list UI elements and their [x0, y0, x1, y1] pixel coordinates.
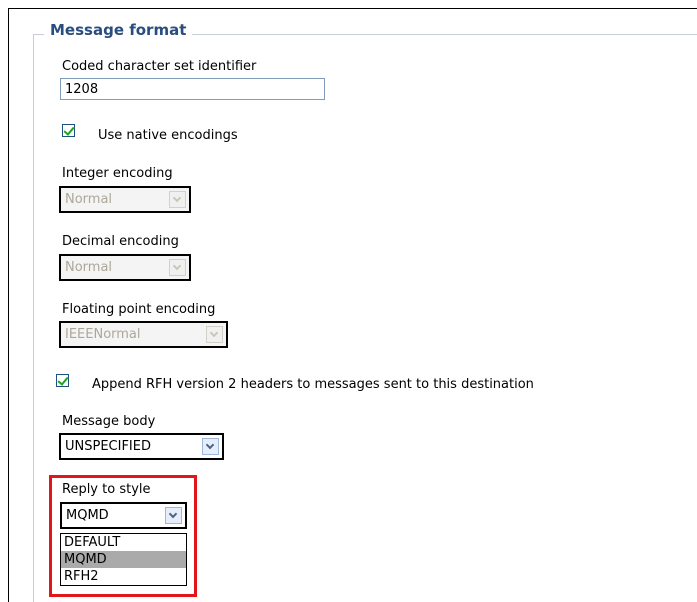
reply-to-style-options: DEFAULT MQMD RFH2 — [60, 533, 187, 586]
reply-to-style-select[interactable]: MQMD — [60, 502, 187, 529]
chevron-down-icon — [206, 326, 223, 343]
decimal-encoding-value: Normal — [65, 260, 113, 275]
chevron-down-icon — [165, 507, 182, 524]
native-encodings-label: Use native encodings — [98, 128, 238, 143]
reply-to-style-value: MQMD — [66, 508, 109, 523]
option-rfh2[interactable]: RFH2 — [61, 568, 186, 585]
integer-encoding-select[interactable]: Normal — [59, 186, 191, 213]
floating-point-encoding-value: IEEENormal — [65, 327, 141, 342]
chevron-down-icon — [202, 438, 219, 455]
option-default[interactable]: DEFAULT — [61, 534, 186, 551]
floating-point-encoding-select[interactable]: IEEENormal — [59, 321, 228, 348]
append-rfh2-checkbox[interactable] — [56, 374, 69, 387]
fieldset-border-left — [33, 34, 34, 602]
message-body-label: Message body — [62, 414, 156, 429]
message-body-value: UNSPECIFIED — [65, 439, 151, 454]
message-body-select[interactable]: UNSPECIFIED — [59, 433, 224, 460]
message-format-legend: Message format — [44, 21, 193, 39]
integer-encoding-value: Normal — [65, 192, 113, 207]
native-encodings-checkbox[interactable] — [62, 124, 75, 137]
integer-encoding-label: Integer encoding — [62, 166, 173, 181]
decimal-encoding-label: Decimal encoding — [62, 234, 179, 249]
ccsid-input[interactable] — [60, 78, 325, 100]
option-mqmd[interactable]: MQMD — [61, 551, 186, 568]
decimal-encoding-select[interactable]: Normal — [59, 254, 191, 281]
ccsid-label: Coded character set identifier — [62, 59, 257, 74]
chevron-down-icon — [169, 259, 186, 276]
reply-to-style-label: Reply to style — [62, 482, 151, 497]
chevron-down-icon — [169, 191, 186, 208]
floating-point-encoding-label: Floating point encoding — [62, 302, 216, 317]
append-rfh2-label: Append RFH version 2 headers to messages… — [92, 377, 534, 392]
